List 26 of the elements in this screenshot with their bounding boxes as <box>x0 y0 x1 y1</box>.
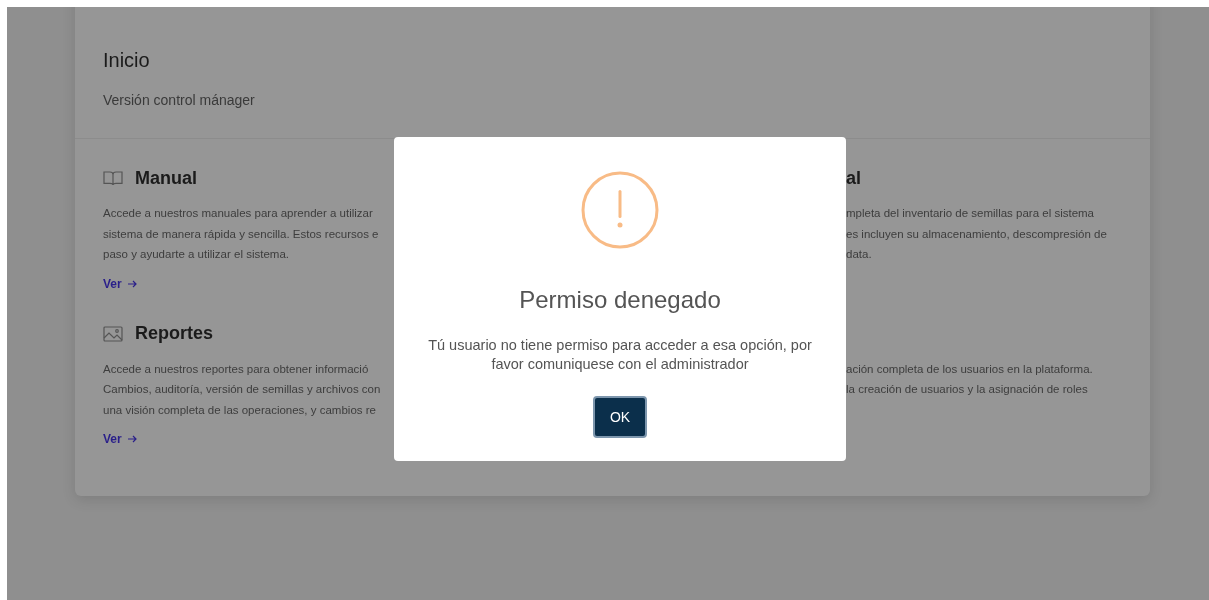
description-text: ación completa de los usuarios en la plataforma. <box>846 361 1093 377</box>
description-text: Accede a nuestros reportes para obtener informació <box>103 361 369 377</box>
ok-button[interactable]: OK <box>593 396 647 438</box>
section-title: Manual <box>135 167 197 189</box>
arrow-icon <box>127 279 137 288</box>
section-title: al <box>846 167 861 189</box>
description-text: mpleta del inventario de semillas para el sistema <box>846 206 1094 221</box>
view-link[interactable]: Ver <box>103 276 137 291</box>
warning-icon <box>581 171 659 249</box>
dialog-title: Permiso denegado <box>519 286 721 314</box>
description-text: la creación de usuarios y la asignación de roles <box>846 382 1088 397</box>
description-text: Accede a nuestros manuales para aprender a utilizar <box>103 206 373 221</box>
book-icon <box>103 170 123 186</box>
description-text: una visión completa de las operaciones, y cambios re <box>103 402 376 418</box>
page-subtitle: Versión control mánager <box>103 92 256 108</box>
dialog-message: Tú usuario no tiene permiso para acceder a esa opción, por favor comuniquese con el administrador <box>427 336 813 374</box>
section-title: Reportes <box>135 323 214 344</box>
description-text: sistema de manera rápida y sencilla. Estos recursos e <box>103 226 379 242</box>
arrow-icon <box>127 435 137 443</box>
description-text: Cambios, auditoría, versión de semillas y archivos con <box>103 382 381 397</box>
image-icon <box>103 325 123 342</box>
description-text: data. <box>846 247 872 262</box>
description-text: paso y ayudarte a utilizar el sistema. <box>103 247 289 262</box>
description-text: es incluyen su almacenamiento, descompresión de <box>846 226 1107 242</box>
page-title: Inicio <box>103 49 151 72</box>
view-link[interactable]: Ver <box>103 432 137 446</box>
